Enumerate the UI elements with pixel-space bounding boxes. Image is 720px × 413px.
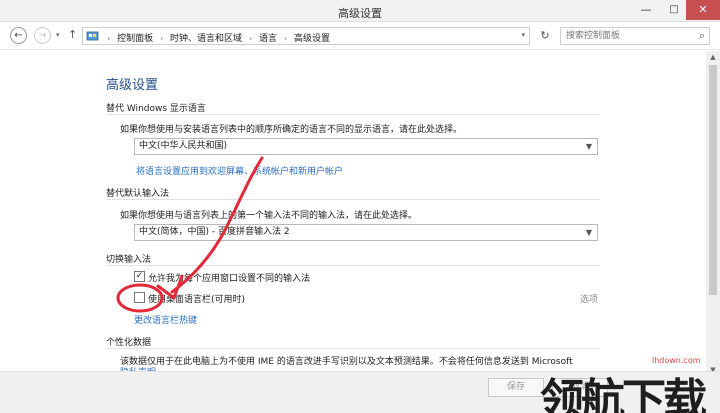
breadcrumb-language[interactable]: 语言: [259, 34, 277, 44]
section-divider: [106, 265, 600, 266]
refresh-button[interactable]: ↻: [536, 27, 554, 45]
section-divider: [106, 114, 600, 115]
vertical-scrollbar[interactable]: ▲ ▼: [706, 51, 720, 376]
chevron-down-icon: ▼: [585, 228, 592, 237]
display-language-description: 如果你想使用与安装语言列表中的顺序所确定的语言不同的显示语言，请在此处选择。: [120, 125, 463, 135]
watermark: lhdown.com 领航下载: [540, 356, 718, 413]
display-language-select[interactable]: 中文(中华人民共和国) ▼: [134, 138, 598, 155]
scroll-up-icon[interactable]: ▲: [706, 51, 720, 63]
recent-locations-dropdown[interactable]: ▾: [56, 31, 60, 39]
maximize-button[interactable]: □: [660, 0, 688, 20]
page-title: 高级设置: [106, 78, 159, 93]
close-button[interactable]: ✕: [686, 0, 720, 20]
input-method-value: 中文(简体，中国) - 百度拼音输入法 2: [139, 227, 290, 237]
control-panel-icon: [86, 31, 99, 41]
back-button[interactable]: ←: [10, 27, 27, 44]
input-method-heading: 替代默认输入法: [106, 189, 170, 199]
search-box[interactable]: ⌕: [560, 27, 710, 45]
window-title: 高级设置: [338, 7, 382, 20]
language-bar-options-link[interactable]: 选项: [580, 292, 598, 305]
up-button[interactable]: ↑: [68, 28, 77, 41]
search-input[interactable]: [561, 28, 689, 44]
search-icon[interactable]: ⌕: [699, 29, 705, 43]
address-dropdown-icon[interactable]: ▾: [521, 31, 525, 39]
desktop-language-bar-checkbox[interactable]: [134, 292, 145, 303]
forward-button[interactable]: →: [34, 27, 51, 44]
chevron-down-icon: ▼: [585, 142, 592, 151]
per-app-input-method-label[interactable]: 允许我为每个应用窗口设置不同的输入法: [148, 271, 310, 284]
switch-input-heading: 切换输入法: [106, 255, 152, 265]
apply-to-welcome-screen-link[interactable]: 将语言设置应用到欢迎屏幕、系统帐户和新用户帐户: [136, 164, 343, 177]
per-app-input-method-checkbox[interactable]: ✓: [134, 271, 145, 282]
title-bar: 高级设置 — □ ✕: [0, 0, 720, 22]
breadcrumb-clock-language-region[interactable]: 时钟、语言和区域: [170, 34, 242, 44]
breadcrumb-advanced-settings[interactable]: 高级设置: [294, 34, 330, 44]
section-divider: [106, 348, 600, 349]
breadcrumb-separator[interactable]: ›: [249, 34, 252, 43]
save-button[interactable]: 保存: [488, 378, 544, 397]
address-bar[interactable]: › 控制面板 › 时钟、语言和区域 › 语言 › 高级设置 ▾: [82, 27, 530, 45]
breadcrumb-separator[interactable]: ›: [160, 34, 163, 43]
annotation-arrow: [116, 156, 264, 313]
watermark-text: 领航下载: [540, 375, 707, 413]
navigation-bar: ← → ▾ ↑ › 控制面板 › 时钟、语言和区域 › 语言 › 高级设置 ▾ …: [0, 22, 720, 50]
display-language-heading: 替代 Windows 显示语言: [106, 104, 206, 114]
breadcrumb-control-panel[interactable]: 控制面板: [117, 34, 153, 44]
display-language-value: 中文(中华人民共和国): [139, 141, 228, 151]
breadcrumb-separator[interactable]: ›: [284, 34, 287, 43]
input-method-select[interactable]: 中文(简体，中国) - 百度拼音输入法 2 ▼: [134, 224, 598, 241]
scrollbar-thumb[interactable]: [709, 65, 717, 295]
change-language-bar-hotkeys-link[interactable]: 更改语言栏热键: [134, 313, 197, 326]
personalization-description: 该数据仅用于在此电脑上为不使用 IME 的语言改进手写识别以及文本预测结果。不会…: [120, 357, 573, 367]
input-method-description: 如果你想使用与语言列表上的第一个输入法不同的输入法，请在此处选择。: [120, 211, 418, 221]
section-divider: [106, 199, 600, 200]
breadcrumb-separator: ›: [107, 34, 111, 43]
minimize-button[interactable]: —: [632, 0, 660, 20]
desktop-language-bar-label[interactable]: 使用桌面语言栏(可用时): [148, 292, 245, 305]
breadcrumb: › 控制面板 › 时钟、语言和区域 › 语言 › 高级设置: [103, 31, 330, 44]
personalization-heading: 个性化数据: [106, 338, 152, 348]
